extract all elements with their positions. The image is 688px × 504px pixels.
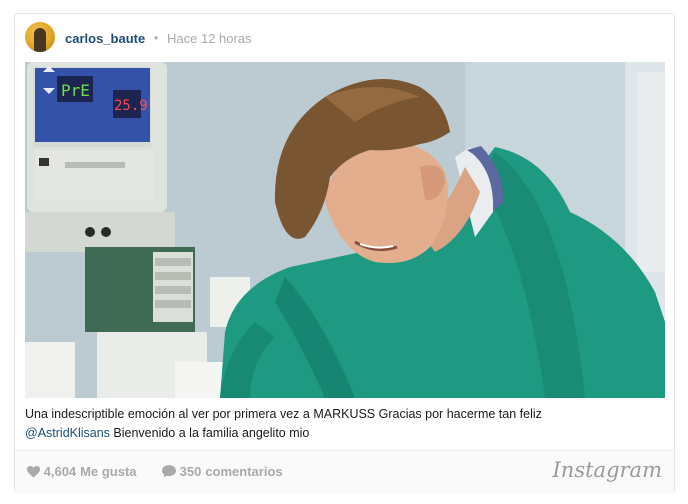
username-link[interactable]: carlos_baute — [65, 31, 145, 46]
post-header: carlos_baute • Hace 12 horas — [15, 14, 674, 62]
comments-label: comentarios — [205, 464, 283, 479]
monitor-right-display: 25.9 — [114, 98, 148, 114]
comments-number: 350 — [179, 464, 202, 479]
likes-number: 4,604 — [43, 464, 77, 479]
post-photo[interactable]: PrE 25.9 — [25, 62, 665, 398]
comments-count[interactable]: 350 comentarios — [162, 464, 283, 479]
instagram-logo[interactable]: Instagram — [553, 458, 662, 482]
photo-illustration: PrE 25.9 — [25, 62, 665, 398]
heart-icon — [27, 466, 40, 478]
likes-count[interactable]: 4,604 Me gusta — [27, 464, 137, 479]
post-caption: Una indescriptible emoción al ver por pr… — [25, 405, 665, 443]
likes-label: Me gusta — [80, 464, 137, 479]
post-footer: 4,604 Me gusta 350 comentarios Instagram — [15, 450, 674, 492]
avatar[interactable] — [25, 22, 55, 52]
caption-mention-link[interactable]: @AstridKlisans — [25, 426, 110, 440]
comment-bubble-icon — [162, 465, 176, 478]
post-timestamp[interactable]: Hace 12 horas — [167, 31, 252, 46]
caption-rest: Bienvenido a la familia angelito mio — [109, 426, 310, 440]
post-card: carlos_baute • Hace 12 horas PrE 25.9 Un… — [14, 13, 675, 492]
monitor-left-display: PrE — [61, 81, 90, 100]
separator-dot: • — [154, 31, 159, 45]
caption-text: Una indescriptible emoción al ver por pr… — [25, 407, 542, 421]
avatar-figure — [34, 28, 46, 52]
